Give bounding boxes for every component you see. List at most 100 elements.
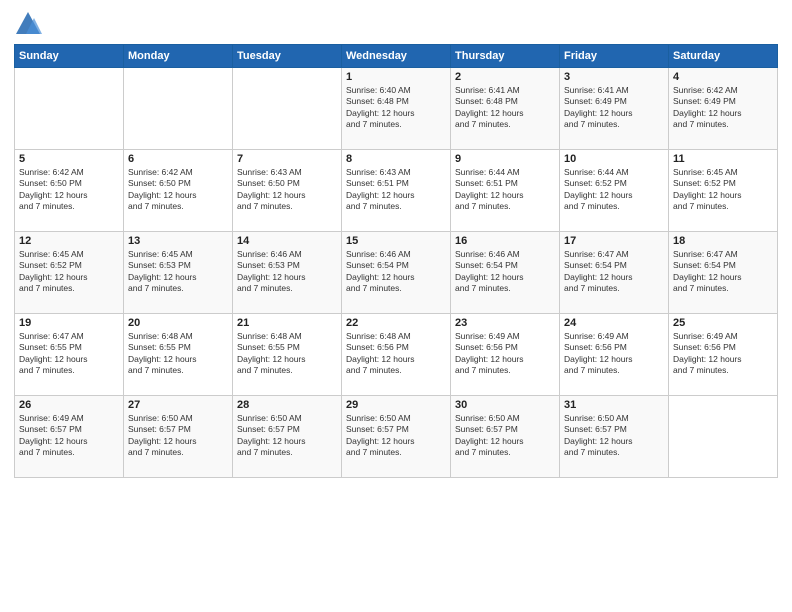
day-number: 1: [346, 71, 446, 83]
day-number: 20: [128, 317, 228, 329]
day-number: 7: [237, 153, 337, 165]
calendar-cell: 11 Sunrise: 6:45 AM Sunset: 6:52 PM Dayli…: [669, 150, 778, 232]
calendar-cell: 7 Sunrise: 6:43 AM Sunset: 6:50 PM Daylig…: [233, 150, 342, 232]
calendar-cell: 24 Sunrise: 6:49 AM Sunset: 6:56 PM Dayli…: [560, 314, 669, 396]
calendar-cell: 22 Sunrise: 6:48 AM Sunset: 6:56 PM Dayli…: [342, 314, 451, 396]
calendar-cell: 29 Sunrise: 6:50 AM Sunset: 6:57 PM Dayli…: [342, 396, 451, 478]
day-header-thursday: Thursday: [451, 45, 560, 68]
day-number: 12: [19, 235, 119, 247]
week-row-0: 1 Sunrise: 6:40 AM Sunset: 6:48 PM Daylig…: [15, 68, 778, 150]
calendar-cell: 25 Sunrise: 6:49 AM Sunset: 6:56 PM Dayli…: [669, 314, 778, 396]
day-info: Sunrise: 6:44 AM Sunset: 6:52 PM Dayligh…: [564, 167, 664, 213]
week-row-2: 12Sunrise: 6:45 AM Sunset: 6:52 PM Dayli…: [15, 232, 778, 314]
day-number: 16: [455, 235, 555, 247]
day-info: Sunrise: 6:48 AM Sunset: 6:55 PM Dayligh…: [128, 331, 228, 377]
day-info: Sunrise: 6:50 AM Sunset: 6:57 PM Dayligh…: [128, 413, 228, 459]
day-info: Sunrise: 6:50 AM Sunset: 6:57 PM Dayligh…: [237, 413, 337, 459]
day-info: Sunrise: 6:49 AM Sunset: 6:56 PM Dayligh…: [455, 331, 555, 377]
day-number: 4: [673, 71, 773, 83]
day-number: 2: [455, 71, 555, 83]
day-info: Sunrise: 6:50 AM Sunset: 6:57 PM Dayligh…: [346, 413, 446, 459]
day-info: Sunrise: 6:49 AM Sunset: 6:56 PM Dayligh…: [564, 331, 664, 377]
calendar-cell: [233, 68, 342, 150]
day-number: 25: [673, 317, 773, 329]
calendar-cell: 28 Sunrise: 6:50 AM Sunset: 6:57 PM Dayli…: [233, 396, 342, 478]
day-header-wednesday: Wednesday: [342, 45, 451, 68]
day-header-friday: Friday: [560, 45, 669, 68]
day-number: 24: [564, 317, 664, 329]
calendar-cell: 27 Sunrise: 6:50 AM Sunset: 6:57 PM Dayli…: [124, 396, 233, 478]
day-number: 31: [564, 399, 664, 411]
day-info: Sunrise: 6:47 AM Sunset: 6:55 PM Dayligh…: [19, 331, 119, 377]
calendar-cell: 5Sunrise: 6:42 AM Sunset: 6:50 PM Daylig…: [15, 150, 124, 232]
calendar-cell: 13Sunrise: 6:45 AM Sunset: 6:53 PM Dayli…: [124, 232, 233, 314]
calendar-page: SundayMondayTuesdayWednesdayThursdayFrid…: [0, 0, 792, 612]
day-info: Sunrise: 6:45 AM Sunset: 6:52 PM Dayligh…: [673, 167, 773, 213]
logo-icon: [14, 10, 42, 38]
day-number: 3: [564, 71, 664, 83]
day-number: 29: [346, 399, 446, 411]
day-header-sunday: Sunday: [15, 45, 124, 68]
calendar-cell: 16Sunrise: 6:46 AM Sunset: 6:54 PM Dayli…: [451, 232, 560, 314]
day-number: 28: [237, 399, 337, 411]
calendar-cell: 3 Sunrise: 6:41 AM Sunset: 6:49 PM Daylig…: [560, 68, 669, 150]
week-row-3: 19 Sunrise: 6:47 AM Sunset: 6:55 PM Dayli…: [15, 314, 778, 396]
header: [14, 10, 778, 38]
calendar-cell: [15, 68, 124, 150]
day-number: 27: [128, 399, 228, 411]
calendar-cell: 15Sunrise: 6:46 AM Sunset: 6:54 PM Dayli…: [342, 232, 451, 314]
day-info: Sunrise: 6:40 AM Sunset: 6:48 PM Dayligh…: [346, 85, 446, 131]
day-info: Sunrise: 6:41 AM Sunset: 6:49 PM Dayligh…: [564, 85, 664, 131]
calendar-cell: 1 Sunrise: 6:40 AM Sunset: 6:48 PM Daylig…: [342, 68, 451, 150]
day-number: 8: [346, 153, 446, 165]
day-info: Sunrise: 6:41 AM Sunset: 6:48 PM Dayligh…: [455, 85, 555, 131]
calendar-cell: 23 Sunrise: 6:49 AM Sunset: 6:56 PM Dayli…: [451, 314, 560, 396]
calendar-cell: [124, 68, 233, 150]
day-info: Sunrise: 6:42 AM Sunset: 6:50 PM Dayligh…: [128, 167, 228, 213]
day-number: 15: [346, 235, 446, 247]
day-number: 9: [455, 153, 555, 165]
day-number: 10: [564, 153, 664, 165]
calendar-cell: 31 Sunrise: 6:50 AM Sunset: 6:57 PM Dayli…: [560, 396, 669, 478]
calendar-cell: 2 Sunrise: 6:41 AM Sunset: 6:48 PM Daylig…: [451, 68, 560, 150]
day-info: Sunrise: 6:47 AM Sunset: 6:54 PM Dayligh…: [564, 249, 664, 295]
day-number: 21: [237, 317, 337, 329]
calendar-cell: 20 Sunrise: 6:48 AM Sunset: 6:55 PM Dayli…: [124, 314, 233, 396]
day-header-tuesday: Tuesday: [233, 45, 342, 68]
day-number: 30: [455, 399, 555, 411]
day-info: Sunrise: 6:49 AM Sunset: 6:57 PM Dayligh…: [19, 413, 119, 459]
day-info: Sunrise: 6:42 AM Sunset: 6:49 PM Dayligh…: [673, 85, 773, 131]
day-info: Sunrise: 6:46 AM Sunset: 6:53 PM Dayligh…: [237, 249, 337, 295]
day-info: Sunrise: 6:48 AM Sunset: 6:56 PM Dayligh…: [346, 331, 446, 377]
day-number: 13: [128, 235, 228, 247]
day-number: 6: [128, 153, 228, 165]
calendar-cell: 10 Sunrise: 6:44 AM Sunset: 6:52 PM Dayli…: [560, 150, 669, 232]
day-info: Sunrise: 6:48 AM Sunset: 6:55 PM Dayligh…: [237, 331, 337, 377]
week-row-1: 5Sunrise: 6:42 AM Sunset: 6:50 PM Daylig…: [15, 150, 778, 232]
week-row-4: 26Sunrise: 6:49 AM Sunset: 6:57 PM Dayli…: [15, 396, 778, 478]
day-number: 22: [346, 317, 446, 329]
calendar-cell: 8Sunrise: 6:43 AM Sunset: 6:51 PM Daylig…: [342, 150, 451, 232]
calendar-cell: 4 Sunrise: 6:42 AM Sunset: 6:49 PM Daylig…: [669, 68, 778, 150]
day-number: 23: [455, 317, 555, 329]
calendar-cell: 17Sunrise: 6:47 AM Sunset: 6:54 PM Dayli…: [560, 232, 669, 314]
day-info: Sunrise: 6:47 AM Sunset: 6:54 PM Dayligh…: [673, 249, 773, 295]
day-header-saturday: Saturday: [669, 45, 778, 68]
day-info: Sunrise: 6:50 AM Sunset: 6:57 PM Dayligh…: [564, 413, 664, 459]
calendar-cell: [669, 396, 778, 478]
day-number: 18: [673, 235, 773, 247]
day-number: 11: [673, 153, 773, 165]
calendar-cell: 21 Sunrise: 6:48 AM Sunset: 6:55 PM Dayli…: [233, 314, 342, 396]
calendar-cell: 18 Sunrise: 6:47 AM Sunset: 6:54 PM Dayli…: [669, 232, 778, 314]
calendar-cell: 19 Sunrise: 6:47 AM Sunset: 6:55 PM Dayli…: [15, 314, 124, 396]
day-info: Sunrise: 6:44 AM Sunset: 6:51 PM Dayligh…: [455, 167, 555, 213]
day-info: Sunrise: 6:49 AM Sunset: 6:56 PM Dayligh…: [673, 331, 773, 377]
calendar-cell: 9 Sunrise: 6:44 AM Sunset: 6:51 PM Daylig…: [451, 150, 560, 232]
day-header-monday: Monday: [124, 45, 233, 68]
day-number: 14: [237, 235, 337, 247]
day-info: Sunrise: 6:42 AM Sunset: 6:50 PM Dayligh…: [19, 167, 119, 213]
day-number: 19: [19, 317, 119, 329]
calendar-table: SundayMondayTuesdayWednesdayThursdayFrid…: [14, 44, 778, 478]
calendar-cell: 12Sunrise: 6:45 AM Sunset: 6:52 PM Dayli…: [15, 232, 124, 314]
day-info: Sunrise: 6:43 AM Sunset: 6:50 PM Dayligh…: [237, 167, 337, 213]
